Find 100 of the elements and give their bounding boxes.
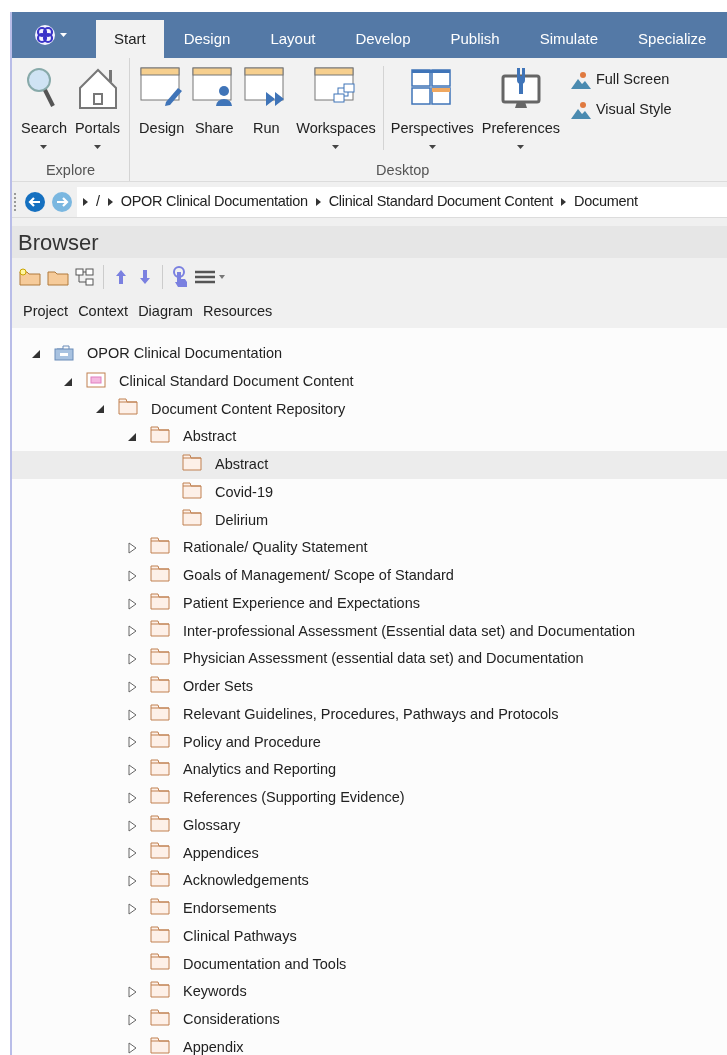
ribbon-button[interactable]: Design: [136, 66, 188, 156]
tree-row[interactable]: Abstract: [12, 423, 727, 451]
breadcrumb-item[interactable]: Clinical Standard Document Content: [320, 190, 561, 213]
locate-button[interactable]: [171, 266, 189, 288]
tree-row[interactable]: Documentation and Tools: [12, 950, 727, 979]
ribbon-tab[interactable]: Layout: [250, 20, 336, 58]
folder-icon: [150, 1036, 170, 1055]
view-tab[interactable]: Project: [20, 301, 72, 323]
tree-row[interactable]: Document Content Repository: [12, 395, 727, 424]
folder-icon: [150, 925, 170, 944]
folder-button[interactable]: [47, 268, 69, 286]
tree-row[interactable]: Goals of Management/ Scope of Standard: [12, 562, 727, 590]
breadcrumb-item[interactable]: /: [88, 190, 108, 213]
group-label: Desktop: [376, 161, 431, 180]
menu-button[interactable]: [195, 270, 225, 284]
tree-row[interactable]: Relevant Guidelines, Procedures, Pathways and Protocols: [12, 700, 727, 729]
folder-icon: [150, 648, 170, 667]
tree-row[interactable]: Abstract: [12, 451, 727, 479]
folder-icon: [150, 1008, 170, 1027]
caret-icon: [60, 33, 67, 37]
tree-row[interactable]: Considerations: [12, 1006, 727, 1034]
ribbon-button[interactable]: Run: [241, 66, 292, 156]
ribbon-button[interactable]: Perspectives: [387, 66, 477, 156]
folder-icon: [182, 509, 202, 528]
breadcrumb-item[interactable]: OPOR Clinical Documentation: [112, 190, 316, 213]
view-tab[interactable]: Context: [75, 301, 132, 323]
forward-button[interactable]: [51, 190, 73, 213]
ribbon-tab[interactable]: Specialize: [618, 20, 727, 58]
tree-row[interactable]: Delirium: [12, 506, 727, 535]
folder-icon: [150, 592, 170, 611]
tree-row[interactable]: Order Sets: [12, 673, 727, 701]
forward-icon: [51, 190, 73, 213]
folder-icon: [182, 453, 202, 472]
folder-icon: [47, 268, 69, 286]
down-arrow-icon: [139, 269, 151, 285]
tree-row[interactable]: Endorsements: [12, 895, 727, 923]
folder-icon: [150, 564, 170, 583]
pointing-hand-icon: [171, 266, 189, 288]
folder-icon: [182, 481, 202, 500]
ribbon-tab[interactable]: Publish: [430, 20, 520, 58]
ribbon-button[interactable]: Workspaces: [293, 66, 379, 156]
caret-icon: [219, 275, 225, 279]
folder-icon: [150, 814, 170, 833]
menu-icon: [195, 270, 215, 284]
folder-icon: [150, 537, 170, 556]
folder-icon: [150, 897, 170, 916]
new-package-button[interactable]: [19, 268, 41, 286]
back-button[interactable]: [24, 190, 46, 213]
tree-row[interactable]: Rationale/ Quality Statement: [12, 534, 727, 562]
tree-row[interactable]: Clinical Pathways: [12, 922, 727, 951]
caret-right-icon: [315, 197, 321, 206]
package-icon: [54, 342, 74, 361]
tree-row[interactable]: Inter-professional Assessment (Essential data set) and Documentation: [12, 617, 727, 646]
person-landscape-icon: [570, 100, 591, 119]
folder-icon: [150, 786, 170, 805]
tree-row[interactable]: Patient Experience and Expectations: [12, 589, 727, 618]
folder-icon: [150, 870, 170, 889]
view-icon: [86, 370, 106, 389]
caret-right-icon: [83, 197, 88, 206]
view-tab[interactable]: Resources: [199, 301, 276, 323]
up-arrow-icon: [115, 269, 127, 285]
tree-row[interactable]: Clinical Standard Document Content: [12, 367, 727, 396]
tree-row[interactable]: Policy and Procedure: [12, 728, 727, 757]
folder-icon: [150, 731, 170, 750]
folder-icon: [150, 703, 170, 722]
tree-row[interactable]: Covid-19: [12, 478, 727, 507]
ribbon-button[interactable]: Preferences: [478, 66, 563, 156]
tree-row[interactable]: Glossary: [12, 811, 727, 840]
ribbon-button[interactable]: Search: [18, 66, 70, 156]
ribbon-button[interactable]: Share: [189, 66, 240, 156]
folder-icon: [150, 842, 170, 861]
group-label: Explore: [45, 161, 96, 180]
ribbon-small-button[interactable]: Full Screen: [570, 69, 672, 91]
view-tab[interactable]: Diagram: [135, 301, 196, 323]
tree-row[interactable]: Analytics and Reporting: [12, 756, 727, 784]
folder-icon: [150, 981, 170, 1000]
tree-row[interactable]: Appendices: [12, 839, 727, 868]
tree-row[interactable]: Keywords: [12, 978, 727, 1006]
tree-row[interactable]: Acknowledgements: [12, 867, 727, 895]
logo-icon: [34, 24, 56, 46]
folder-icon: [150, 426, 170, 445]
folder-icon: [150, 759, 170, 778]
ribbon-tab[interactable]: Start: [96, 20, 164, 58]
caret-right-icon: [561, 197, 566, 206]
tree-row[interactable]: References (Supporting Evidence): [12, 784, 727, 812]
tree-row[interactable]: Physician Assessment (essential data set) and Documentation: [12, 645, 727, 673]
panel-title: Browser: [18, 228, 99, 257]
diagram-button[interactable]: [75, 268, 95, 286]
ribbon-tab[interactable]: Design: [163, 20, 251, 58]
ribbon-button[interactable]: Portals: [71, 66, 124, 156]
tree-row[interactable]: OPOR Clinical Documentation: [12, 340, 727, 368]
ribbon-tab[interactable]: Simulate: [519, 20, 619, 58]
folder-icon: [150, 620, 170, 639]
back-icon: [24, 190, 46, 213]
person-landscape-icon: [570, 70, 591, 89]
breadcrumb-item[interactable]: Document: [566, 190, 646, 213]
ribbon-tab[interactable]: Develop: [335, 20, 431, 58]
ribbon-small-button[interactable]: Visual Style: [570, 98, 672, 121]
tree-row[interactable]: Appendix: [12, 1033, 727, 1055]
folder-icon: [150, 675, 170, 694]
